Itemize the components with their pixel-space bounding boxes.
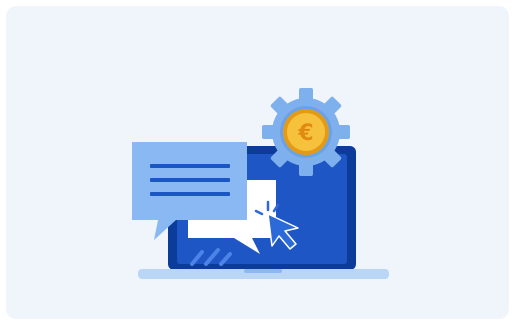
laptop-base-notch: [244, 269, 282, 273]
chat-line: [150, 164, 230, 168]
euro-coin-icon: €: [283, 109, 329, 155]
payment-automation-illustration: € €: [6, 6, 509, 319]
coin-symbol: €: [297, 121, 313, 146]
illustration-card: € €: [6, 6, 509, 319]
chat-line: [150, 178, 230, 182]
chat-line: [150, 192, 230, 196]
